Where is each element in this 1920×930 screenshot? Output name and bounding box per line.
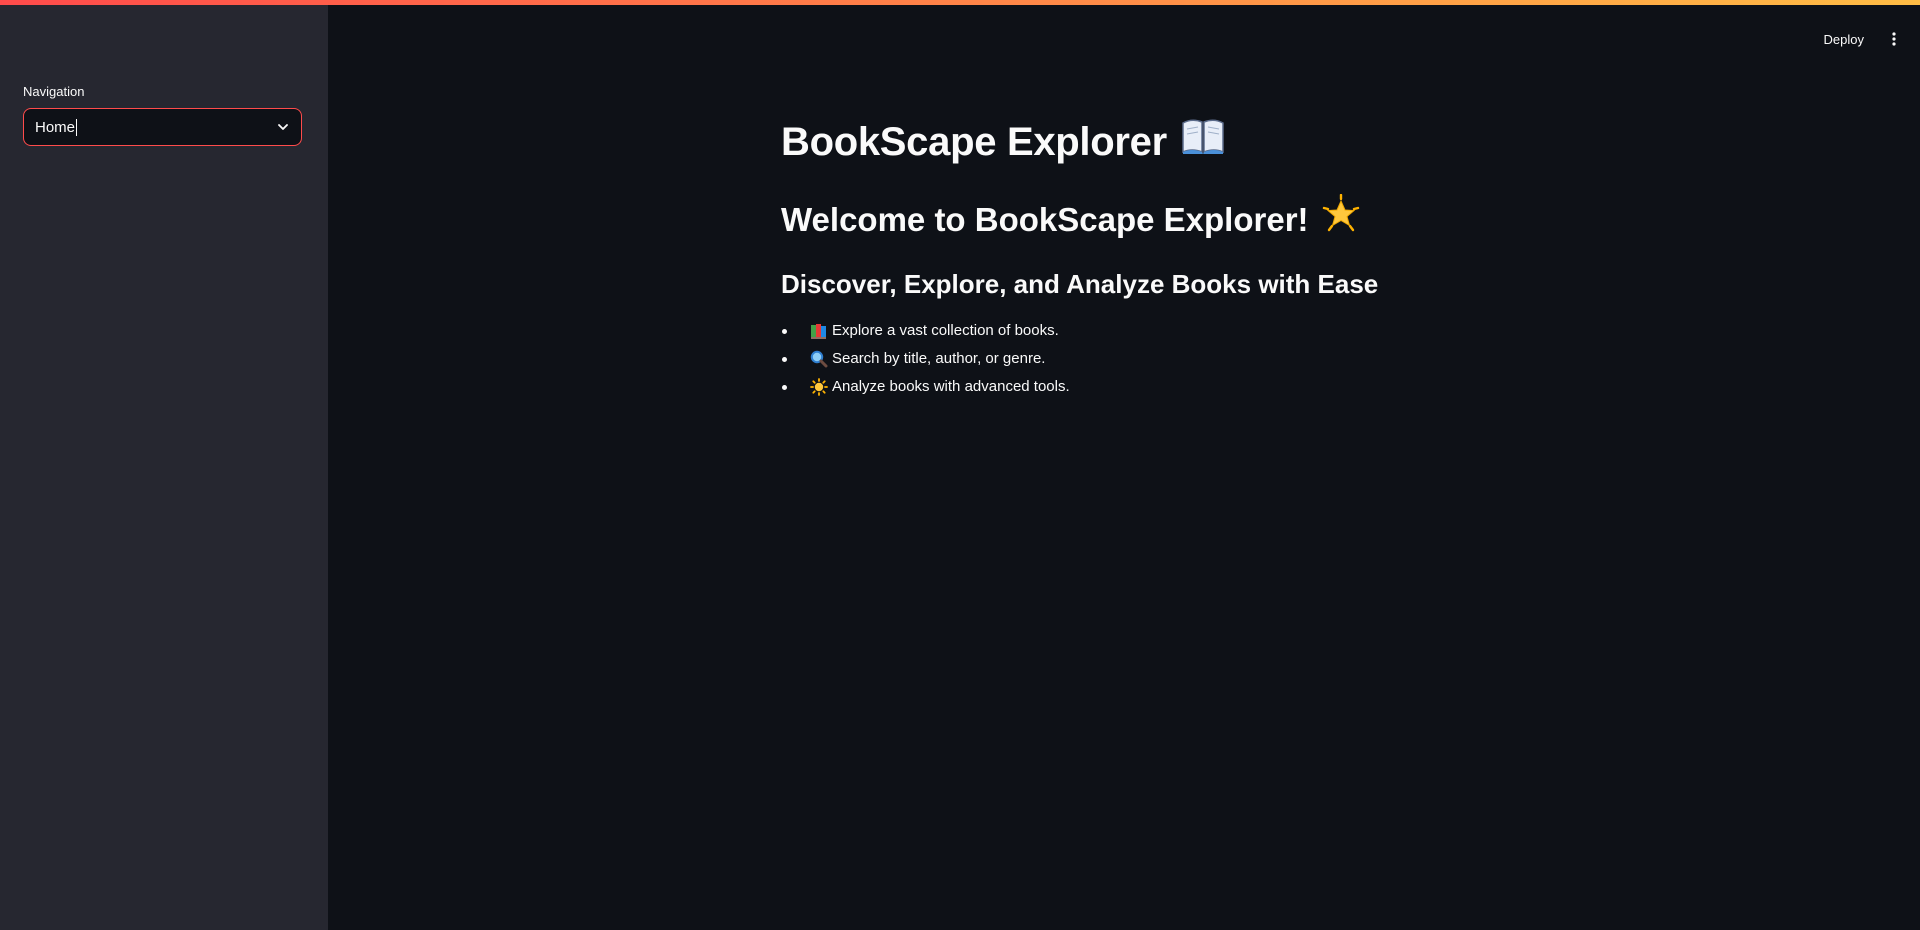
- magnifier-icon: [810, 350, 828, 368]
- feature-text: Search by title, author, or genre.: [832, 350, 1046, 367]
- top-decoration-bar: [0, 0, 1920, 5]
- header-actions: Deploy: [1818, 26, 1900, 52]
- feature-text: Explore a vast collection of books.: [832, 322, 1059, 339]
- open-book-icon: [1181, 112, 1225, 172]
- list-item: Search by title, author, or genre.: [781, 345, 1541, 373]
- books-icon: [810, 322, 828, 340]
- feature-list: Explore a vast collection of books. Sear…: [781, 317, 1541, 401]
- deploy-button[interactable]: Deploy: [1818, 28, 1870, 51]
- chevron-down-icon[interactable]: [275, 119, 291, 135]
- bullet: [782, 385, 787, 390]
- navigation-select[interactable]: Home: [23, 108, 302, 146]
- sun-icon: [810, 378, 828, 396]
- navigation-label: Navigation: [23, 84, 85, 99]
- main-content: BookScape Explorer Welcome to BookScape …: [781, 112, 1541, 401]
- bullet: [782, 329, 787, 334]
- page-title: BookScape Explorer: [781, 112, 1541, 172]
- welcome-heading: Welcome to BookScape Explorer!: [781, 193, 1541, 245]
- feature-text: Analyze books with advanced tools.: [832, 378, 1070, 395]
- bullet: [782, 357, 787, 362]
- page-title-text: BookScape Explorer: [781, 120, 1167, 164]
- glowing-star-icon: [1321, 193, 1361, 245]
- sidebar: Navigation Home: [0, 0, 328, 930]
- subheading: Discover, Explore, and Analyze Books wit…: [781, 269, 1379, 299]
- list-item: Explore a vast collection of books.: [781, 317, 1541, 345]
- list-item: Analyze books with advanced tools.: [781, 373, 1541, 401]
- text-cursor: [76, 118, 78, 136]
- welcome-heading-text: Welcome to BookScape Explorer!: [781, 200, 1309, 238]
- vertical-ellipsis-icon[interactable]: [1888, 26, 1900, 52]
- navigation-select-value-wrap: Home: [35, 118, 275, 136]
- navigation-select-value: Home: [35, 118, 76, 136]
